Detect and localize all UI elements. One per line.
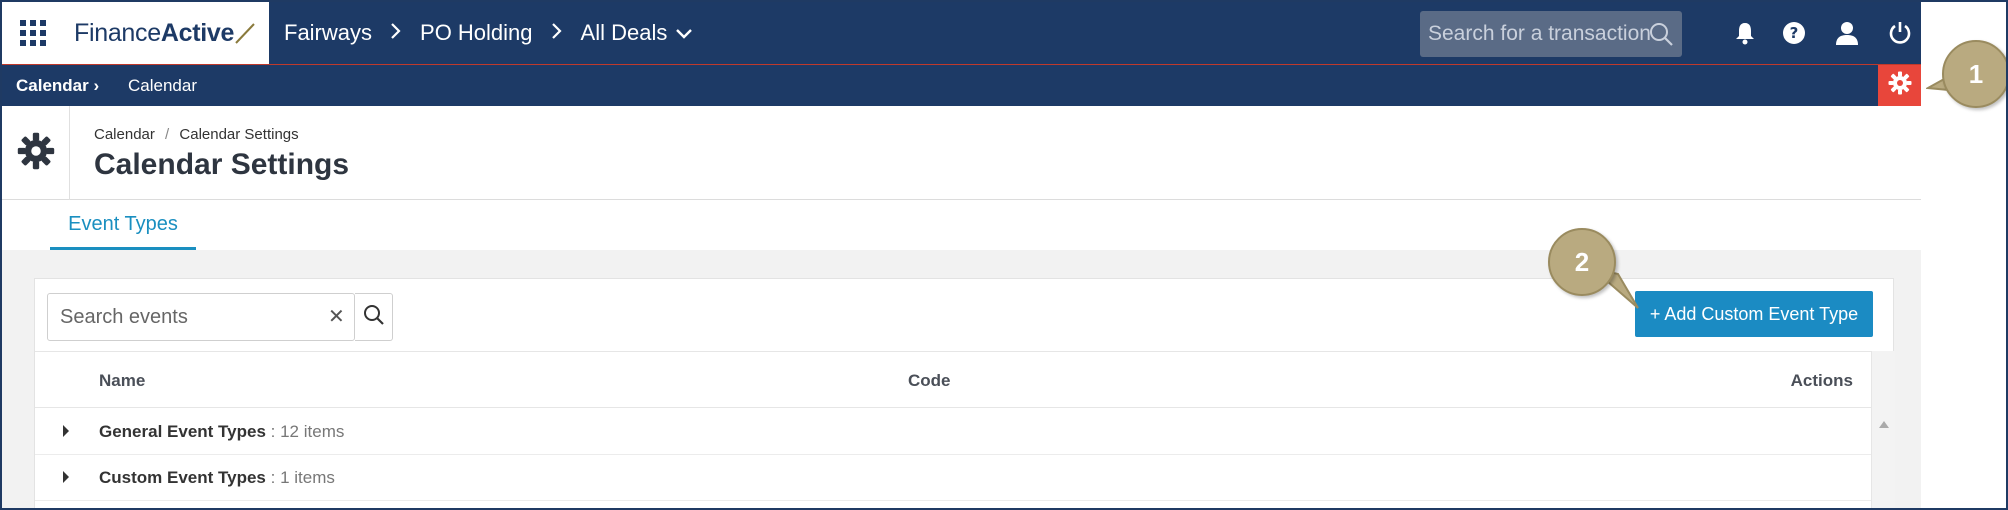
tab-bar: Event Types xyxy=(2,200,1921,250)
page-title: Calendar Settings xyxy=(94,148,350,181)
search-icon xyxy=(363,304,385,331)
callout-badge-2: 2 xyxy=(1548,228,1616,296)
transaction-search-input[interactable]: Search for a transaction xyxy=(1420,11,1682,57)
gear-icon xyxy=(1888,71,1912,100)
settings-page-icon-column xyxy=(2,106,70,200)
page-header: Calendar / Calendar Settings Calendar Se… xyxy=(2,106,1921,200)
table-header: Name Code Actions xyxy=(35,351,1871,408)
table-row[interactable]: Custom Event Types : 1 items xyxy=(35,455,1871,501)
apps-grid-icon[interactable] xyxy=(2,2,64,64)
clear-icon[interactable]: ✕ xyxy=(328,304,345,329)
search-icon[interactable] xyxy=(1648,21,1674,53)
transaction-search-placeholder: Search for a transaction xyxy=(1428,22,1651,45)
top-navbar: Finance Active Fairways PO Holding All De… xyxy=(2,2,1921,64)
column-header-code[interactable]: Code xyxy=(908,371,951,391)
logo-text-bold: Active xyxy=(160,18,235,47)
settings-button[interactable] xyxy=(1878,65,1921,106)
column-header-name[interactable]: Name xyxy=(99,371,145,391)
scroll-up-arrow-icon[interactable] xyxy=(1879,421,1889,428)
table-row[interactable]: General Event Types : 12 items xyxy=(35,409,1871,455)
finance-active-logo[interactable]: Finance Active xyxy=(64,2,269,64)
group-name: Custom Event Types : 1 items xyxy=(99,468,335,488)
chevron-right-icon xyxy=(551,20,563,46)
chevron-right-icon: › xyxy=(93,76,100,95)
module-crumb-calendar[interactable]: Calendar › xyxy=(16,76,99,96)
svg-text:?: ? xyxy=(1790,24,1799,42)
column-header-actions: Actions xyxy=(1790,371,1853,390)
crumb-po-holding[interactable]: PO Holding xyxy=(420,20,533,46)
logo-slash-icon xyxy=(232,20,258,46)
group-name: General Event Types : 12 items xyxy=(99,422,344,442)
crumb-fairways[interactable]: Fairways xyxy=(284,20,372,46)
crumb-all-deals[interactable]: All Deals xyxy=(581,20,668,46)
group-label: Custom Event Types xyxy=(99,468,266,487)
caret-right-icon[interactable] xyxy=(63,471,69,483)
deal-breadcrumb: Fairways PO Holding All Deals xyxy=(284,2,693,64)
search-events-input[interactable]: Search events ✕ xyxy=(47,293,355,341)
callout-badge-1: 1 xyxy=(1942,40,2006,108)
breadcrumb-current: Calendar Settings xyxy=(179,126,299,143)
group-label: General Event Types xyxy=(99,422,266,441)
search-events-button[interactable] xyxy=(355,293,393,341)
tab-event-types[interactable]: Event Types xyxy=(50,200,196,250)
module-breadcrumb-bar: Calendar › Calendar xyxy=(2,64,1921,106)
add-custom-event-type-button[interactable]: + Add Custom Event Type xyxy=(1635,291,1873,337)
logo-text-light: Finance xyxy=(74,18,161,47)
group-count: : 12 items xyxy=(270,422,345,441)
help-icon[interactable]: ? xyxy=(1781,20,1807,46)
search-events-placeholder: Search events xyxy=(60,306,188,328)
bell-icon[interactable] xyxy=(1732,20,1758,46)
power-icon[interactable] xyxy=(1887,20,1913,46)
app-window: Finance Active Fairways PO Holding All De… xyxy=(0,0,2008,510)
breadcrumb: Calendar / Calendar Settings xyxy=(94,126,299,143)
group-count: : 1 items xyxy=(270,468,335,487)
table-scrollbar[interactable] xyxy=(1871,351,1895,508)
module-crumb-current: Calendar xyxy=(128,76,197,95)
caret-right-icon[interactable] xyxy=(63,425,69,437)
breadcrumb-calendar[interactable]: Calendar xyxy=(94,126,155,143)
module-crumb-label: Calendar xyxy=(16,76,89,95)
breadcrumb-separator: / xyxy=(165,126,170,143)
gear-icon xyxy=(17,132,55,175)
chevron-down-icon[interactable] xyxy=(675,20,693,46)
chevron-right-icon xyxy=(390,20,402,46)
user-icon[interactable] xyxy=(1834,20,1860,46)
